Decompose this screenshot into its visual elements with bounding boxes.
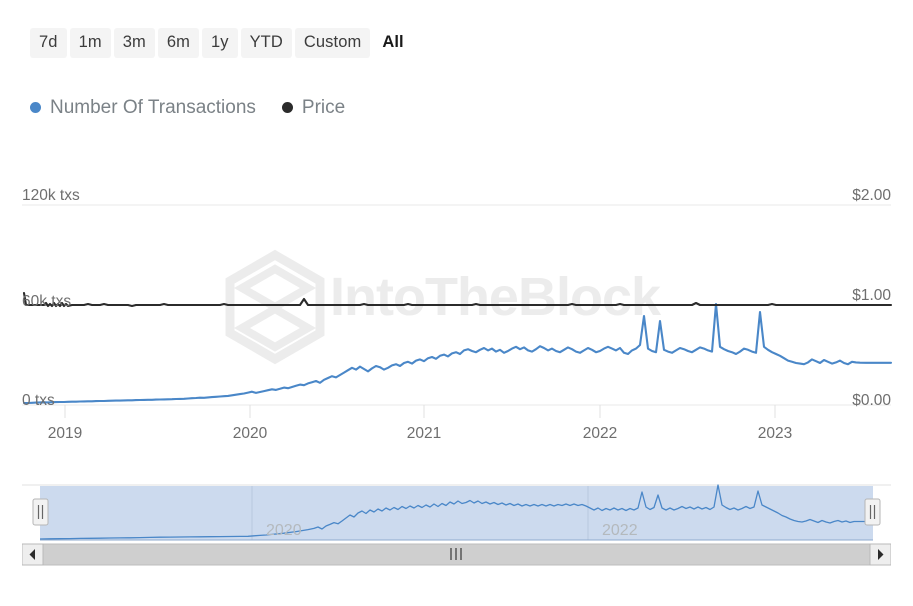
range-button-3m[interactable]: 3m: [113, 28, 155, 58]
navigator-scrollbar[interactable]: [22, 543, 891, 566]
navigator-left-handle[interactable]: [32, 498, 49, 526]
circle-icon: [281, 102, 293, 113]
navigator-selected-region[interactable]: [40, 486, 873, 540]
scrollbar-right-button[interactable]: [869, 543, 891, 566]
y-axis-right-label-2: $2.00: [852, 187, 891, 204]
legend-item-transactions[interactable]: Number Of Transactions: [30, 98, 256, 117]
main-chart-svg: IntoTheBlock 120k txs 60k txs 0 txs $2.0…: [22, 187, 893, 442]
watermark: IntoTheBlock: [225, 249, 663, 365]
navigator-svg: 2020 2022: [22, 484, 891, 566]
y-axis-left-label-120k: 120k txs: [22, 187, 80, 204]
x-axis-label-2023: 2023: [758, 425, 792, 442]
x-axis-label-2020: 2020: [233, 425, 268, 442]
x-axis-label-2021: 2021: [407, 425, 441, 442]
y-axis-left-label-60k: 60k txs: [22, 293, 71, 310]
navigator-year-label-2020: 2020: [266, 522, 302, 539]
legend-item-price[interactable]: Price: [281, 97, 346, 118]
legend-label-price: Price: [301, 97, 346, 118]
range-button-6m[interactable]: 6m: [157, 28, 199, 58]
range-selector: 7d 1m 3m 6m 1y YTD Custom All: [30, 28, 413, 58]
navigator-right-handle[interactable]: [864, 498, 881, 526]
chart-legend: Number Of Transactions Price: [30, 98, 345, 117]
main-chart[interactable]: IntoTheBlock 120k txs 60k txs 0 txs $2.0…: [0, 160, 913, 460]
y-axis-right-label-1: $1.00: [852, 287, 891, 304]
x-axis-label-2019: 2019: [48, 425, 82, 442]
range-button-custom[interactable]: Custom: [294, 28, 371, 58]
range-button-ytd[interactable]: YTD: [240, 28, 292, 58]
chart-navigator[interactable]: 2020 2022: [22, 477, 891, 569]
x-axis-label-2022: 2022: [583, 425, 617, 442]
y-axis-right-label-0: $0.00: [852, 392, 891, 409]
range-button-1m[interactable]: 1m: [69, 28, 111, 58]
range-button-all[interactable]: All: [373, 28, 412, 58]
legend-label-transactions: Number Of Transactions: [50, 97, 256, 118]
hexagon-logo-icon: [225, 249, 325, 365]
navigator-year-label-2022: 2022: [602, 522, 638, 539]
scrollbar-left-button[interactable]: [22, 543, 44, 566]
range-button-7d[interactable]: 7d: [30, 28, 67, 58]
circle-icon: [30, 102, 41, 113]
range-button-1y[interactable]: 1y: [201, 28, 238, 58]
y-axis-left-label-0: 0 txs: [22, 392, 55, 409]
watermark-text: IntoTheBlock: [330, 267, 662, 327]
